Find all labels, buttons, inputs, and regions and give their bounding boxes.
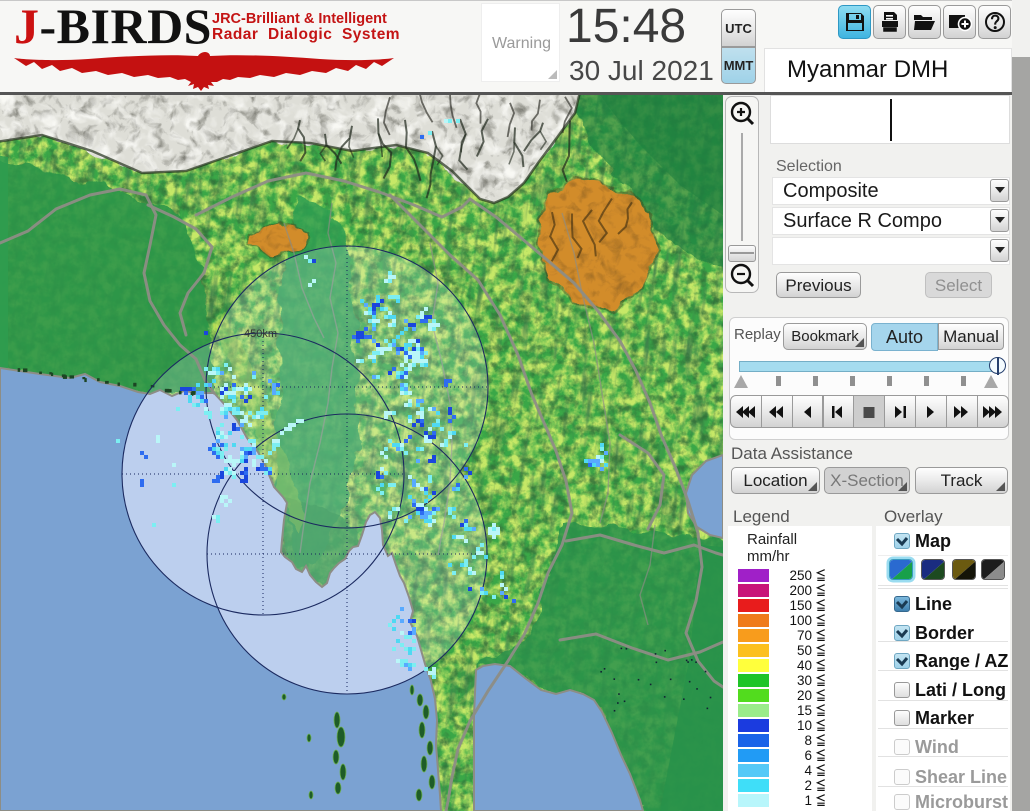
svg-text:450km: 450km — [244, 328, 277, 340]
